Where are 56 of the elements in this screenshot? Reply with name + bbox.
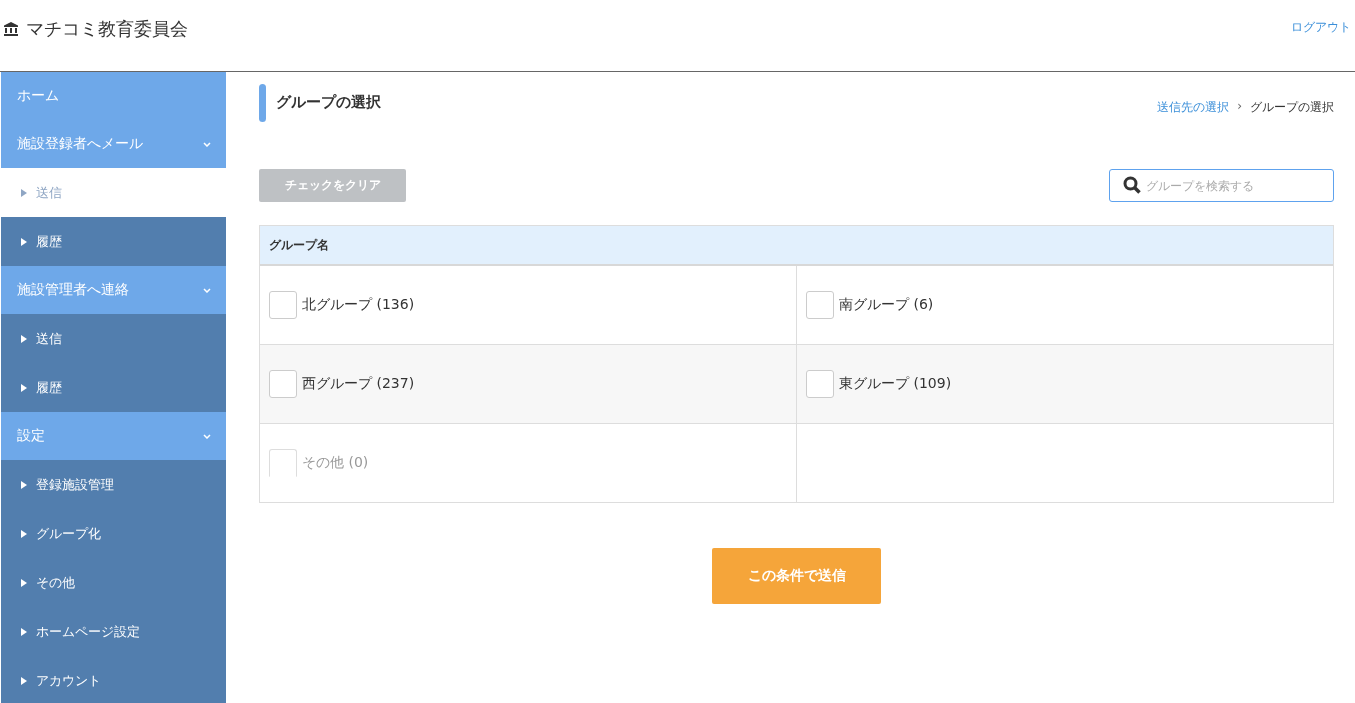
checkbox[interactable] [269, 291, 297, 319]
sidebar-section-label: 設定 [17, 427, 45, 445]
group-label: その他 (0) [302, 454, 369, 472]
sidebar-section[interactable]: 施設登録者へメール [1, 120, 226, 168]
search-icon [1123, 176, 1141, 194]
sidebar-section[interactable]: 施設管理者へ連絡 [1, 266, 226, 314]
group-label: 西グループ (237) [302, 375, 415, 393]
checkbox[interactable] [269, 370, 297, 398]
triangle-icon [21, 627, 27, 636]
triangle-icon [21, 676, 27, 685]
sidebar-item-label: 履歴 [36, 378, 62, 397]
send-button[interactable]: この条件で送信 [712, 548, 881, 604]
building-icon [4, 22, 18, 36]
triangle-icon [21, 383, 27, 392]
triangle-icon [21, 529, 27, 538]
sidebar-section-label: 施設管理者へ連絡 [17, 281, 129, 299]
group-label: 南グループ (6) [839, 296, 934, 314]
sidebar-item[interactable]: アカウント [1, 656, 226, 703]
sidebar-item-label: その他 [36, 573, 75, 592]
sidebar-section[interactable]: ホーム [1, 72, 226, 120]
sidebar-section-label: 施設登録者へメール [17, 135, 143, 153]
sidebar-item[interactable]: その他 [1, 558, 226, 607]
sidebar-item-label: ホームページ設定 [36, 622, 140, 641]
breadcrumb-current: グループの選択 [1250, 99, 1334, 116]
sidebar-item-label: 送信 [36, 329, 62, 348]
logout-link[interactable]: ログアウト [1291, 0, 1355, 36]
sidebar-item-label: 履歴 [36, 232, 62, 251]
breadcrumb-link[interactable]: 送信先の選択 [1157, 99, 1230, 116]
sidebar-item[interactable]: 送信 [1, 314, 226, 363]
checkbox[interactable] [806, 370, 834, 398]
group-label: 東グループ (109) [839, 375, 952, 393]
sidebar-item-label: 送信 [36, 183, 62, 202]
column-header: グループ名 [269, 236, 329, 254]
sidebar-item[interactable]: 送信 [1, 168, 226, 217]
triangle-icon [21, 334, 27, 343]
sidebar-item-label: 登録施設管理 [36, 475, 114, 494]
triangle-icon [21, 578, 27, 587]
group-label: 北グループ (136) [302, 296, 415, 314]
sidebar-item[interactable]: 履歴 [1, 217, 226, 266]
site-title: マチコミ教育委員会 [26, 17, 188, 41]
page-title: グループの選択 [276, 92, 381, 113]
sidebar-item[interactable]: 履歴 [1, 363, 226, 412]
sidebar-item-label: アカウント [36, 671, 101, 690]
sidebar-item[interactable]: 登録施設管理 [1, 460, 226, 509]
title-accent-bar [259, 84, 266, 122]
sidebar-item-label: グループ化 [36, 524, 101, 543]
triangle-icon [21, 188, 27, 197]
search-field[interactable]: グループを検索する [1109, 169, 1334, 202]
sidebar-item[interactable]: グループ化 [1, 509, 226, 558]
breadcrumb-separator: › [1237, 99, 1242, 115]
sidebar-section-label: ホーム [17, 87, 59, 105]
triangle-icon [21, 480, 27, 489]
sidebar-item[interactable]: ホームページ設定 [1, 607, 226, 656]
sidebar-section[interactable]: 設定 [1, 412, 226, 460]
triangle-icon [21, 237, 27, 246]
checkbox[interactable] [806, 291, 834, 319]
